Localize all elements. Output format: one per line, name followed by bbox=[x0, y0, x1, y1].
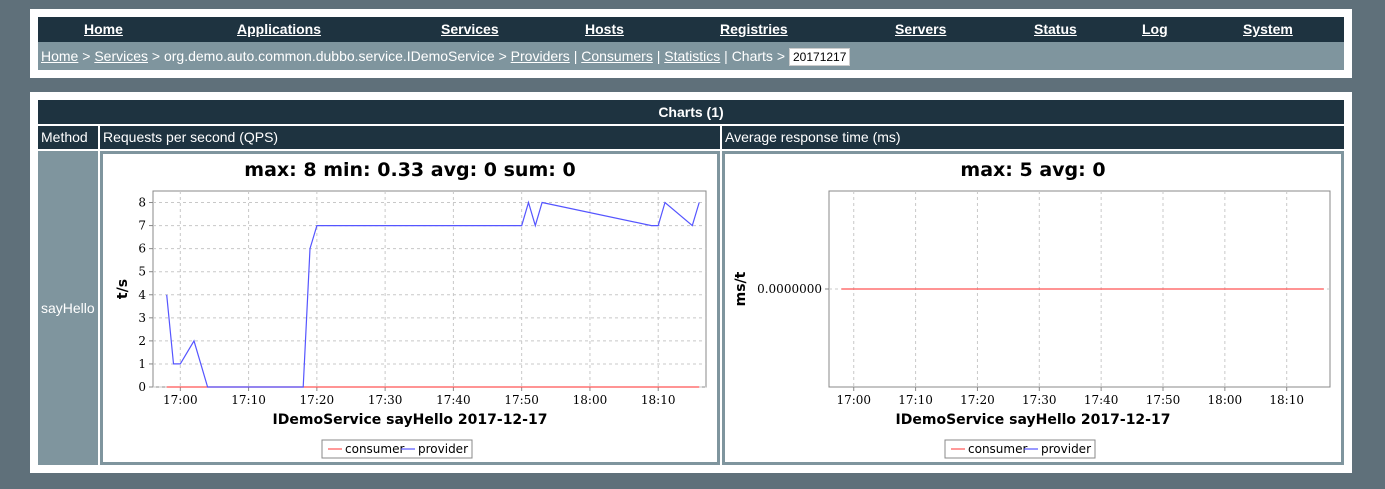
method-cell: sayHello bbox=[38, 151, 98, 465]
charts-panel: Charts (1) Method Requests per second (Q… bbox=[30, 92, 1352, 473]
x-tick-label: 18:10 bbox=[641, 393, 676, 407]
breadcrumb-pipe: | bbox=[573, 48, 578, 64]
plot-area bbox=[152, 190, 707, 388]
y-tick-label: 2 bbox=[138, 334, 146, 348]
x-tick-label: 18:00 bbox=[1208, 393, 1243, 407]
x-tick-label: 17:40 bbox=[1084, 393, 1119, 407]
nav-home[interactable]: Home bbox=[84, 21, 123, 37]
charts-table-title: Charts (1) bbox=[38, 100, 1344, 124]
qps-chart: max: 8 min: 0.33 avg: 0 sum: 0 17:00 17:10… bbox=[103, 154, 717, 462]
nav-status[interactable]: Status bbox=[1034, 21, 1077, 37]
y-tick-label: 6 bbox=[138, 242, 146, 256]
breadcrumb-providers[interactable]: Providers bbox=[511, 48, 570, 64]
chart-title: max: 5 avg: 0 bbox=[960, 159, 1105, 181]
y-tick-label: 1 bbox=[138, 357, 146, 371]
top-panel: Home Applications Services Hosts Registr… bbox=[30, 9, 1352, 78]
nav-system[interactable]: System bbox=[1243, 21, 1293, 37]
x-tick-label: 17:00 bbox=[163, 393, 198, 407]
breadcrumb-charts: Charts bbox=[731, 48, 773, 64]
response-time-chart-cell: max: 5 avg: 0 17:00 17:10 17:20 17:30 17:40 17… bbox=[722, 151, 1344, 465]
x-tick-label: 17:20 bbox=[300, 393, 335, 407]
y-tick-label: 0.0000000 bbox=[757, 282, 822, 296]
y-axis-label: ms/t bbox=[733, 271, 749, 306]
x-tick-label: 17:00 bbox=[836, 393, 871, 407]
nav-services[interactable]: Services bbox=[441, 21, 499, 37]
breadcrumb-separator: > bbox=[776, 48, 785, 64]
qps-chart-svg: max: 8 min: 0.33 avg: 0 sum: 0 17:00 17:10… bbox=[115, 159, 707, 459]
y-tick-label: 7 bbox=[138, 219, 146, 233]
breadcrumb-pipe: | bbox=[724, 48, 728, 64]
breadcrumb-consumers[interactable]: Consumers bbox=[581, 48, 653, 64]
y-tick-label: 4 bbox=[138, 288, 146, 302]
breadcrumb-pipe: | bbox=[656, 48, 661, 64]
nav-hosts[interactable]: Hosts bbox=[585, 21, 624, 37]
nav-servers[interactable]: Servers bbox=[895, 21, 946, 37]
x-tick-label: 17:40 bbox=[436, 393, 471, 407]
breadcrumb-separator: > bbox=[498, 48, 507, 64]
method-name: sayHello bbox=[41, 300, 95, 316]
breadcrumb-services[interactable]: Services bbox=[94, 48, 148, 64]
chart-title: max: 8 min: 0.33 avg: 0 sum: 0 bbox=[244, 159, 575, 181]
column-header-response-time: Average response time (ms) bbox=[722, 126, 1344, 149]
y-tick-label: 3 bbox=[138, 311, 146, 325]
nav-applications[interactable]: Applications bbox=[237, 21, 321, 37]
legend-label-consumer: consumer bbox=[968, 442, 1027, 456]
x-tick-label: 17:30 bbox=[368, 393, 403, 407]
breadcrumb: Home > Services > org.demo.auto.common.d… bbox=[38, 42, 1344, 70]
y-tick-label: 5 bbox=[138, 265, 146, 279]
breadcrumb-service-name: org.demo.auto.common.dubbo.service.IDemo… bbox=[163, 48, 495, 64]
x-tick-label: 17:50 bbox=[504, 393, 539, 407]
x-tick-label: 17:30 bbox=[1022, 393, 1057, 407]
nav-bar: Home Applications Services Hosts Registr… bbox=[38, 17, 1344, 42]
y-tick-label: 8 bbox=[138, 196, 146, 210]
breadcrumb-home[interactable]: Home bbox=[41, 48, 78, 64]
response-time-chart-svg: max: 5 avg: 0 17:00 17:10 17:20 17:30 17:40 17… bbox=[733, 159, 1331, 459]
breadcrumb-statistics[interactable]: Statistics bbox=[664, 48, 720, 64]
x-tick-label: 18:00 bbox=[573, 393, 608, 407]
breadcrumb-separator: > bbox=[151, 48, 161, 64]
legend-label-provider: provider bbox=[418, 442, 468, 456]
x-axis-label: IDemoService sayHello 2017-12-17 bbox=[273, 412, 548, 428]
x-tick-label: 18:10 bbox=[1269, 393, 1304, 407]
y-tick-label: 0 bbox=[138, 380, 146, 394]
column-header-method: Method bbox=[38, 126, 98, 149]
legend-label-provider: provider bbox=[1041, 442, 1091, 456]
qps-chart-cell: max: 8 min: 0.33 avg: 0 sum: 0 17:00 17:10… bbox=[100, 151, 720, 465]
y-axis-label: t/s bbox=[115, 279, 131, 299]
response-time-chart: max: 5 avg: 0 17:00 17:10 17:20 17:30 17:40 17… bbox=[725, 154, 1341, 462]
nav-log[interactable]: Log bbox=[1142, 21, 1168, 37]
column-header-qps: Requests per second (QPS) bbox=[100, 126, 720, 149]
x-tick-label: 17:20 bbox=[960, 393, 995, 407]
x-axis-label: IDemoService sayHello 2017-12-17 bbox=[896, 412, 1171, 428]
breadcrumb-separator: > bbox=[82, 48, 91, 64]
x-tick-label: 17:50 bbox=[1146, 393, 1181, 407]
nav-registries[interactable]: Registries bbox=[720, 21, 788, 37]
x-tick-label: 17:10 bbox=[231, 393, 266, 407]
x-tick-label: 17:10 bbox=[898, 393, 933, 407]
date-select[interactable]: 20171217 bbox=[789, 48, 851, 66]
legend-label-consumer: consumer bbox=[345, 442, 404, 456]
